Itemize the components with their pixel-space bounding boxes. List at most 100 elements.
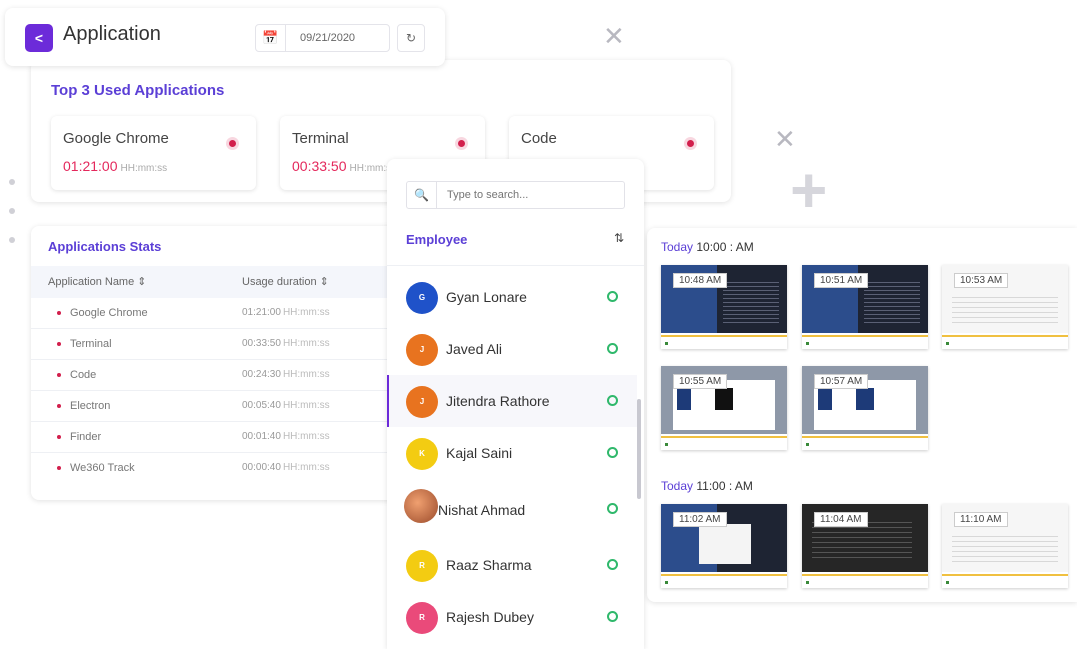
employee-item[interactable]: R Raaz Sharma bbox=[387, 539, 637, 591]
bullet bbox=[57, 342, 61, 346]
employee-item[interactable]: R Rajesh Dubey bbox=[387, 591, 637, 643]
screenshot-thumbnail[interactable]: 10:48 AM bbox=[661, 265, 787, 349]
app-name: Google Chrome bbox=[63, 130, 169, 147]
status-dot bbox=[687, 140, 694, 147]
screenshot-thumbnail[interactable]: 10:55 AM bbox=[661, 366, 787, 450]
status-dot bbox=[229, 140, 236, 147]
bullet bbox=[57, 311, 61, 315]
chevron-left-icon: < bbox=[34, 30, 44, 46]
app-duration: 00:33:50 HH:mm:ss bbox=[292, 158, 397, 174]
screenshot-time: 10:48 AM bbox=[673, 273, 728, 288]
employee-name: Nishat Ahmad bbox=[438, 502, 526, 518]
calendar-icon: 📅 bbox=[256, 25, 286, 51]
employee-name: Rajesh Dubey bbox=[446, 609, 534, 625]
bullet bbox=[57, 373, 61, 377]
close-decoration-icon: ✕ bbox=[603, 21, 625, 51]
column-header-usage-duration[interactable]: Usage duration ⇕ bbox=[242, 275, 329, 288]
usage-duration: 00:05:40 HH:mm:ss bbox=[242, 400, 330, 411]
plus-decoration-icon: + bbox=[790, 154, 828, 226]
scrollbar[interactable] bbox=[637, 399, 641, 499]
page-title: Application bbox=[63, 23, 161, 45]
bullet bbox=[57, 435, 61, 439]
usage-duration: 00:00:40 HH:mm:ss bbox=[242, 462, 330, 473]
search-input[interactable] bbox=[437, 189, 617, 201]
search-icon: 🔍 bbox=[407, 182, 437, 208]
employee-search: 🔍 bbox=[406, 181, 625, 209]
screenshot-time: 10:55 AM bbox=[673, 374, 728, 389]
app-name: Code bbox=[70, 369, 97, 381]
employee-panel: 🔍 Employee ⇅ G Gyan Lonare J Javed Ali J… bbox=[387, 159, 644, 649]
avatar: R bbox=[406, 550, 438, 582]
app-name: Terminal bbox=[292, 130, 349, 147]
divider bbox=[387, 265, 644, 266]
table-row: Electron 00:05:40 HH:mm:ss bbox=[31, 391, 401, 422]
table-row: Code 00:24:30 HH:mm:ss bbox=[31, 360, 401, 391]
table-row: Terminal 00:33:50 HH:mm:ss bbox=[31, 329, 401, 360]
close-decoration-icon: ✕ bbox=[774, 124, 796, 154]
app-name: We360 Track bbox=[70, 462, 135, 474]
bullet bbox=[57, 404, 61, 408]
avatar: J bbox=[406, 334, 438, 366]
screenshot-time: 11:10 AM bbox=[954, 512, 1008, 527]
employee-name: Raaz Sharma bbox=[446, 557, 532, 573]
table-row: Google Chrome 01:21:00 HH:mm:ss bbox=[31, 298, 401, 329]
app-name: Electron bbox=[70, 400, 111, 412]
screenshot-thumbnail[interactable]: 10:53 AM bbox=[942, 265, 1068, 349]
table-row: Finder 00:01:40 HH:mm:ss bbox=[31, 422, 401, 453]
online-status-icon bbox=[607, 447, 618, 458]
avatar: R bbox=[406, 602, 438, 634]
employee-name: Javed Ali bbox=[446, 341, 503, 357]
table-header: Application Name ⇕ Usage duration ⇕ bbox=[31, 266, 401, 298]
screenshot-thumbnail[interactable]: 11:02 AM bbox=[661, 504, 787, 588]
bullet bbox=[57, 466, 61, 470]
usage-duration: 00:33:50 HH:mm:ss bbox=[242, 338, 330, 349]
avatar: K bbox=[406, 438, 438, 470]
employee-item[interactable]: Nishat Ahmad bbox=[387, 481, 637, 533]
date-picker[interactable]: 📅 09/21/2020 bbox=[255, 24, 390, 52]
screenshot-time: 10:53 AM bbox=[954, 273, 1009, 288]
app-name: Code bbox=[521, 130, 557, 147]
screenshots-panel: Today 10:00 : AM 10:48 AM 10:51 AM 10:53… bbox=[647, 228, 1077, 602]
decor-dot bbox=[9, 237, 15, 243]
column-header-app-name[interactable]: Application Name ⇕ bbox=[48, 275, 146, 288]
app-name: Google Chrome bbox=[70, 307, 148, 319]
avatar: J bbox=[406, 386, 438, 418]
employee-item[interactable]: J Javed Ali bbox=[387, 323, 637, 375]
screenshot-group-title: Today 10:00 : AM bbox=[661, 240, 754, 254]
employee-item[interactable]: K Kajal Saini bbox=[387, 427, 637, 479]
employee-item[interactable]: G Gyan Lonare bbox=[387, 271, 637, 323]
online-status-icon bbox=[607, 291, 618, 302]
employee-item-active[interactable]: J Jitendra Rathore bbox=[387, 375, 637, 427]
online-status-icon bbox=[607, 343, 618, 354]
screenshot-group-title: Today 11:00 : AM bbox=[661, 479, 753, 493]
screenshot-time: 10:57 AM bbox=[814, 374, 869, 389]
screenshot-time: 10:51 AM bbox=[814, 273, 869, 288]
sort-icon[interactable]: ⇅ bbox=[614, 231, 624, 245]
employee-label: Employee bbox=[406, 232, 468, 247]
online-status-icon bbox=[607, 611, 618, 622]
back-button[interactable]: < bbox=[25, 24, 53, 52]
screenshot-thumbnail[interactable]: 10:51 AM bbox=[802, 265, 928, 349]
applications-stats-card: Applications Stats Application Name ⇕ Us… bbox=[31, 226, 401, 500]
decor-dot bbox=[9, 179, 15, 185]
screenshot-thumbnail[interactable]: 11:10 AM bbox=[942, 504, 1068, 588]
usage-duration: 00:01:40 HH:mm:ss bbox=[242, 431, 330, 442]
app-name: Finder bbox=[70, 431, 102, 443]
avatar-photo bbox=[404, 489, 438, 523]
usage-duration: 00:24:30 HH:mm:ss bbox=[242, 369, 330, 380]
decor-dot bbox=[9, 208, 15, 214]
date-value: 09/21/2020 bbox=[300, 32, 356, 44]
refresh-icon: ↻ bbox=[405, 31, 417, 45]
top-app-tile[interactable]: Google Chrome 01:21:00 HH:mm:ss bbox=[51, 116, 256, 190]
app-header: < Application 📅 09/21/2020 ↻ bbox=[5, 8, 445, 66]
screenshot-thumbnail[interactable]: 11:04 AM bbox=[802, 504, 928, 588]
online-status-icon bbox=[607, 395, 618, 406]
employee-name: Gyan Lonare bbox=[446, 289, 527, 305]
section-title: Top 3 Used Applications bbox=[51, 82, 225, 99]
online-status-icon bbox=[607, 503, 618, 514]
screenshot-time: 11:04 AM bbox=[814, 512, 868, 527]
avatar: G bbox=[406, 282, 438, 314]
usage-duration: 01:21:00 HH:mm:ss bbox=[242, 307, 330, 318]
refresh-button[interactable]: ↻ bbox=[397, 24, 425, 52]
screenshot-thumbnail[interactable]: 10:57 AM bbox=[802, 366, 928, 450]
